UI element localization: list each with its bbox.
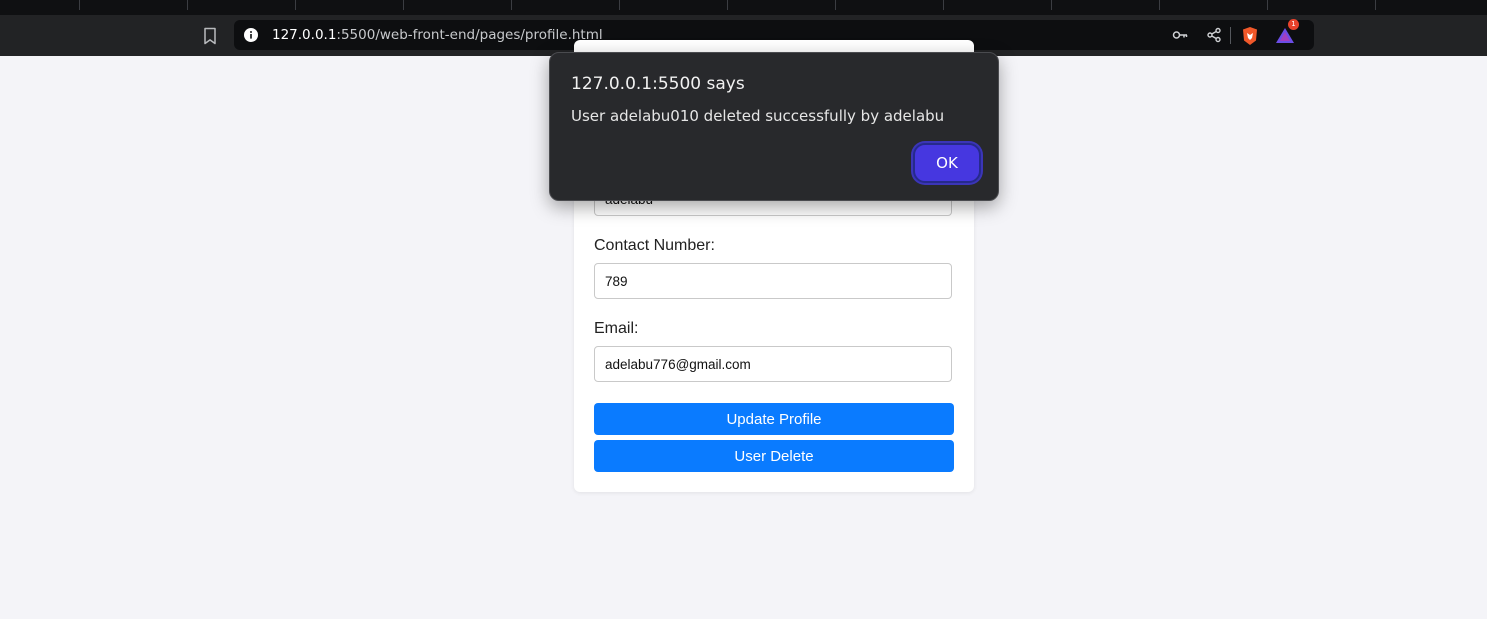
contact-number-field[interactable] xyxy=(594,263,952,299)
url-path: :5500/web-front-end/pages/profile.html xyxy=(336,27,603,43)
tab-separator xyxy=(1375,0,1376,10)
tab-separator xyxy=(1267,0,1268,10)
tab-separator xyxy=(187,0,188,10)
bookmark-icon[interactable] xyxy=(202,27,218,45)
tab-separator xyxy=(403,0,404,10)
user-delete-button[interactable]: User Delete xyxy=(594,440,954,472)
tab-separator xyxy=(835,0,836,10)
contact-number-label: Contact Number: xyxy=(594,237,715,254)
share-icon[interactable] xyxy=(1206,27,1222,43)
tab-separator xyxy=(943,0,944,10)
brave-shields-icon[interactable] xyxy=(1241,26,1259,46)
alert-title: 127.0.0.1:5500 says xyxy=(571,74,745,94)
tab-separator xyxy=(619,0,620,10)
tab-strip xyxy=(0,0,1487,15)
tab-separator xyxy=(727,0,728,10)
tab-separator xyxy=(79,0,80,10)
email-field[interactable] xyxy=(594,346,952,382)
ok-button[interactable]: OK xyxy=(913,143,981,183)
site-info-icon[interactable] xyxy=(244,28,258,42)
toolbar-divider xyxy=(1230,27,1231,44)
address-url[interactable]: 127.0.0.1:5500/web-front-end/pages/profi… xyxy=(272,27,603,43)
email-label: Email: xyxy=(594,320,639,337)
rewards-badge: 1 xyxy=(1288,19,1299,30)
alert-dialog: 127.0.0.1:5500 says User adelabu010 dele… xyxy=(549,52,999,201)
tab-separator xyxy=(511,0,512,10)
tab-separator xyxy=(295,0,296,10)
password-key-icon[interactable] xyxy=(1172,27,1188,43)
update-profile-button[interactable]: Update Profile xyxy=(594,403,954,435)
tab-separator xyxy=(1159,0,1160,10)
tab-separator xyxy=(1051,0,1052,10)
url-host: 127.0.0.1 xyxy=(272,27,337,43)
alert-message: User adelabu010 deleted successfully by … xyxy=(571,107,945,125)
